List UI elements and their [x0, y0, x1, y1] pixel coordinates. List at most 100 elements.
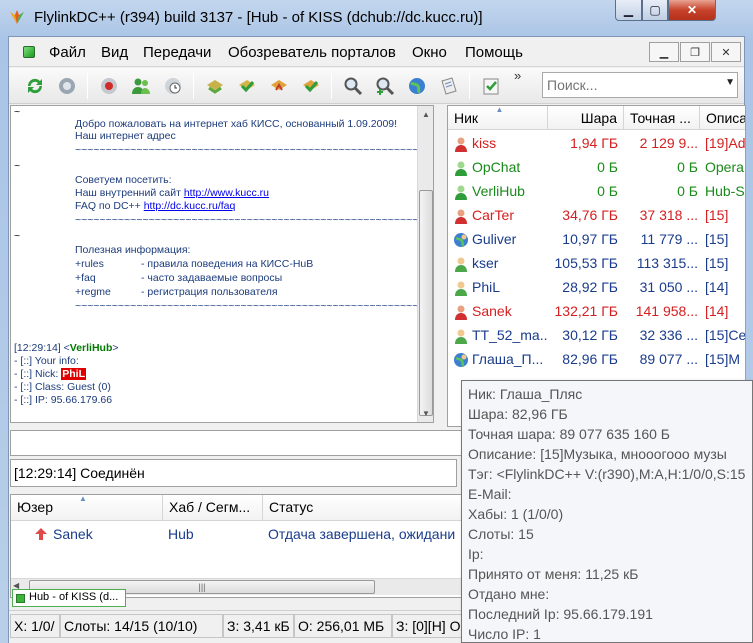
chat-nick[interactable]: VerliHub	[70, 342, 113, 354]
tooltip-line: Точная шара: 89 077 635 160 Б	[468, 426, 670, 442]
user-description: [15]M	[705, 351, 741, 367]
menu-view[interactable]: Вид	[101, 44, 128, 61]
redirect-icon	[59, 78, 75, 94]
menu-portal-browser[interactable]: Обозреватель порталов	[228, 44, 396, 61]
chevron-down-icon[interactable]: ▼	[725, 77, 735, 88]
adl-search-icon	[376, 77, 395, 96]
minimize-button[interactable]: ▁	[615, 0, 642, 21]
menu-file[interactable]: Файл	[49, 44, 86, 61]
queue-icon	[207, 80, 223, 94]
user-row[interactable]: VerliHub 0 Б 0 Б Hub-S	[448, 180, 745, 204]
users-button[interactable]	[129, 74, 153, 98]
mdi-close-button[interactable]: ✕	[711, 42, 741, 62]
column-description[interactable]: Описа	[700, 106, 745, 130]
column-status[interactable]: Статус	[263, 495, 461, 521]
minimize-icon: ▁	[623, 3, 634, 17]
hub-window-icon[interactable]	[23, 46, 35, 58]
chat-line: FAQ по DC++ http://dc.kucc.ru/faq	[75, 200, 236, 212]
transfer-hub: Hub	[168, 526, 194, 542]
chat-scrollbar[interactable]: ▲ ▼	[417, 106, 433, 422]
user-row[interactable]: Guliver 10,97 ГБ 11 779 ... [15]	[448, 228, 745, 252]
finished-icon	[239, 80, 255, 93]
menu-transfers[interactable]: Передачи	[143, 44, 211, 61]
bot-user-icon	[455, 161, 467, 176]
user-nick: PhiL	[472, 279, 501, 295]
user-share: 34,76 ГБ	[562, 207, 618, 223]
search-spy-button[interactable]	[405, 74, 429, 98]
scroll-up-icon[interactable]: ▲	[418, 106, 433, 123]
user-exact-share: 89 077 ...	[639, 351, 698, 367]
menu-window[interactable]: Окно	[412, 44, 447, 61]
user-row[interactable]: kiss 1,94 ГБ 2 129 9... [19]Ad	[448, 132, 745, 156]
user-list[interactable]: ▲ Ник Шара Точная ... Описа kiss 1,94 ГБ 2 …	[447, 105, 746, 427]
user-row[interactable]: TT_52_ma... 30,12 ГБ 32 336 ... [15]Ce	[448, 324, 745, 348]
column-exact-share[interactable]: Точная ...	[624, 106, 700, 130]
transfer-user: Sanek	[53, 526, 93, 542]
column-nick[interactable]: ▲ Ник	[448, 106, 548, 130]
chat-line: Полезная информация:	[75, 244, 191, 256]
search-combobox[interactable]: ▼	[542, 72, 738, 98]
follow-redirect-button[interactable]	[55, 74, 79, 98]
mdi-minimize-button[interactable]: ▁	[649, 42, 679, 62]
tooltip-line: Хабы: 1 (1/0/0)	[468, 506, 564, 522]
own-nick-highlight: PhiL	[61, 368, 86, 380]
chat-line: +regme	[75, 286, 111, 298]
clock-icon	[165, 78, 181, 94]
notepad-button[interactable]	[437, 74, 461, 98]
maximize-button[interactable]: ▢	[642, 0, 668, 21]
close-button[interactable]: ✕	[668, 0, 716, 21]
user-row[interactable]: PhiL 28,92 ГБ 31 050 ... [14]	[448, 276, 745, 300]
recent-hubs-button[interactable]	[161, 74, 185, 98]
toolbar-overflow-chevron[interactable]: »	[514, 68, 521, 83]
search-input[interactable]	[543, 73, 717, 97]
finished-uploads-button[interactable]	[299, 74, 323, 98]
user-row[interactable]: kser 105,53 ГБ 113 315... [15]	[448, 252, 745, 276]
flylink-logo-icon	[10, 10, 24, 24]
user-exact-share: 113 315...	[636, 255, 698, 271]
settings-button[interactable]	[479, 74, 503, 98]
menu-help[interactable]: Помощь	[465, 44, 523, 61]
chat-line: - часто задаваемые вопросы	[141, 272, 283, 284]
queue-button[interactable]	[203, 74, 227, 98]
chat-line: +rules	[75, 258, 104, 270]
upload-queue-button[interactable]	[267, 74, 291, 98]
title-bar[interactable]: FlylinkDC++ (r394) build 3137 - [Hub - o…	[0, 0, 753, 36]
column-hub-segment[interactable]: Хаб / Сегм...	[163, 495, 263, 521]
users-icon	[132, 78, 150, 94]
finished-downloads-button[interactable]	[235, 74, 259, 98]
scroll-down-icon[interactable]: ▼	[418, 405, 433, 422]
close-icon: ✕	[686, 3, 698, 17]
settings-check-icon	[483, 78, 499, 95]
mdi-restore-button[interactable]: ❐	[680, 42, 710, 62]
hubs-icon	[101, 78, 117, 94]
user-row[interactable]: Глаша_П... 82,96 ГБ 89 077 ... [15]M	[448, 348, 745, 372]
reconnect-button[interactable]	[23, 74, 47, 98]
tab-hub-kiss[interactable]: Hub - of KISS (d...	[12, 589, 126, 607]
app-window: FlylinkDC++ (r394) build 3137 - [Hub - o…	[0, 0, 753, 643]
user-nick: Sanek	[472, 303, 512, 319]
column-share[interactable]: Шара	[548, 106, 624, 130]
user-icon	[455, 257, 467, 272]
column-user[interactable]: ▲ Юзер	[11, 495, 163, 521]
op-user-icon	[455, 137, 467, 152]
search-button[interactable]	[341, 74, 365, 98]
chat-pane[interactable]: ~ Добро пожаловать на интернет хаб КИСС,…	[10, 105, 434, 423]
adl-search-button[interactable]	[373, 74, 397, 98]
scroll-thumb[interactable]	[419, 190, 433, 416]
user-description: [15]	[705, 231, 729, 247]
reconnect-icon	[27, 78, 43, 94]
site-link[interactable]: http://www.kucc.ru	[184, 187, 269, 199]
chat-line: - правила поведения на КИСС-HuB	[141, 258, 314, 270]
user-row[interactable]: Sanek 132,21 ГБ 141 958... [14]	[448, 300, 745, 324]
user-share: 30,12 ГБ	[562, 327, 618, 343]
user-row[interactable]: OpChat 0 Б 0 Б Opera	[448, 156, 745, 180]
transfer-row[interactable]: Sanek Hub Отдача завершена, ожидани	[11, 523, 461, 547]
transfers-pane[interactable]: ▲ Юзер Хаб / Сегм... Статус Sanek Hub Отд…	[10, 494, 462, 598]
tooltip-line: Последний Ip: 95.66.179.191	[468, 606, 653, 622]
faq-link[interactable]: http://dc.kucc.ru/faq	[144, 200, 236, 212]
chat-log: ~ Добро пожаловать на интернет хаб КИСС,…	[13, 106, 433, 422]
tooltip-line: Ник: Глаша_Пляс	[468, 386, 583, 402]
public-hubs-button[interactable]	[97, 74, 121, 98]
window-tabs: Hub - of KISS (d...	[10, 588, 462, 608]
user-row[interactable]: CarTer 34,76 ГБ 37 318 ... [15]	[448, 204, 745, 228]
